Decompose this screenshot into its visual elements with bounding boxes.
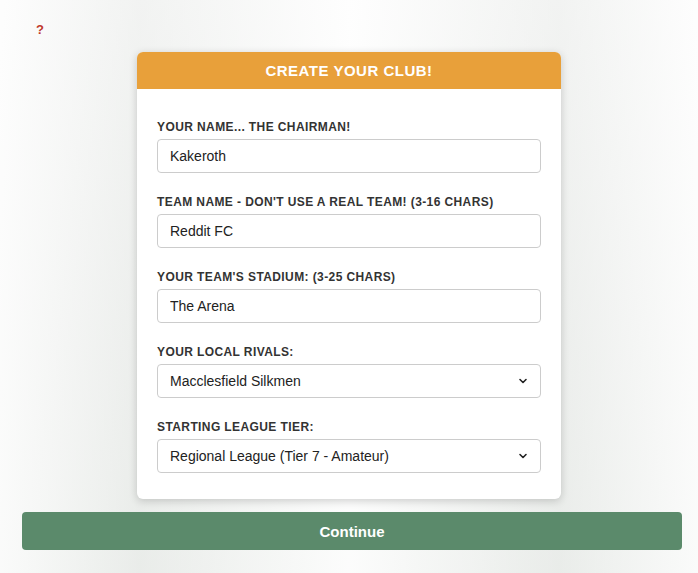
card-body: YOUR NAME... THE CHAIRMAN! TEAM NAME - DO… [137, 89, 561, 499]
select-box[interactable]: Regional League (Tier 7 - Amateur) [157, 439, 541, 473]
help-button[interactable]: ? [36, 22, 44, 37]
text-input[interactable] [157, 139, 541, 173]
field-label: YOUR LOCAL RIVALS: [157, 345, 541, 359]
button-row: Continue [0, 499, 698, 550]
chevron-down-icon [518, 376, 528, 386]
continue-button[interactable]: Continue [22, 512, 682, 550]
form-field: YOUR TEAM'S STADIUM: (3-25 CHARS) [157, 270, 541, 323]
select-value: Regional League (Tier 7 - Amateur) [170, 448, 389, 464]
form-field: STARTING LEAGUE TIER: Regional League (Ti… [157, 420, 541, 473]
chevron-down-icon [518, 451, 528, 461]
text-input[interactable] [157, 289, 541, 323]
form-field: YOUR LOCAL RIVALS: Macclesfield Silkmen [157, 345, 541, 398]
field-label: STARTING LEAGUE TIER: [157, 420, 541, 434]
form-field: YOUR NAME... THE CHAIRMAN! [157, 120, 541, 173]
select-box[interactable]: Macclesfield Silkmen [157, 364, 541, 398]
text-input[interactable] [157, 214, 541, 248]
field-label: TEAM NAME - DON'T USE A REAL TEAM! (3-16… [157, 195, 541, 209]
field-label: YOUR NAME... THE CHAIRMAN! [157, 120, 541, 134]
select-value: Macclesfield Silkmen [170, 373, 301, 389]
card-header: CREATE YOUR CLUB! [137, 52, 561, 89]
form-field: TEAM NAME - DON'T USE A REAL TEAM! (3-16… [157, 195, 541, 248]
top-bar: ? [0, 0, 698, 52]
page: ?CREATE YOUR CLUB!YOUR NAME... THE CHAIR… [0, 0, 698, 573]
field-label: YOUR TEAM'S STADIUM: (3-25 CHARS) [157, 270, 541, 284]
create-club-card: CREATE YOUR CLUB!YOUR NAME... THE CHAIRM… [137, 52, 561, 499]
